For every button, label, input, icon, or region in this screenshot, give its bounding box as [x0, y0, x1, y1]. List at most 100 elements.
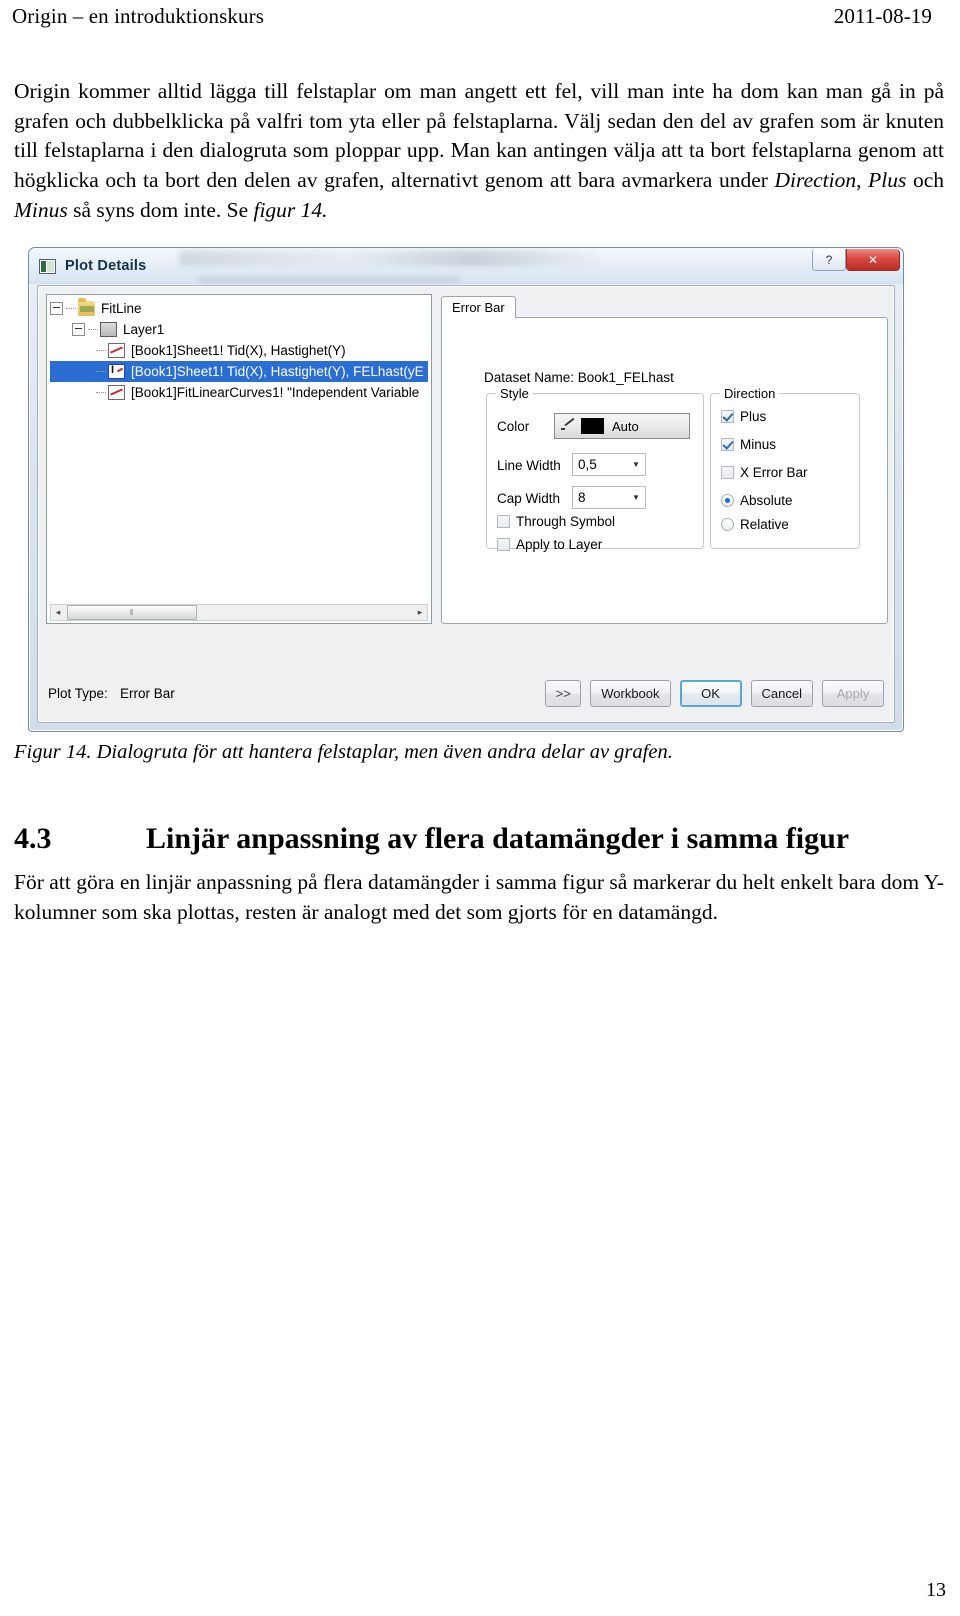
line-plot-icon [108, 385, 125, 401]
tab-error-bar[interactable]: Error Bar [441, 296, 516, 319]
error-bar-plot-icon [108, 364, 125, 380]
collapse-icon[interactable] [72, 323, 85, 337]
layer-icon [100, 322, 117, 338]
minus-checkbox[interactable]: Minus [721, 437, 776, 452]
scrollbar-thumb[interactable]: ‖ [67, 605, 197, 621]
apply-button: Apply [822, 680, 884, 708]
header-title: Origin – en introduktionskurs [12, 4, 264, 28]
radio-selected-icon[interactable] [721, 494, 734, 508]
intro-emphasis-direction: Direction [774, 167, 857, 192]
section-heading: 4.3 Linjär anpassning av flera datamängd… [14, 822, 946, 856]
tree-node-label: [Book1]Sheet1! Tid(X), Hastighet(Y), FEL… [131, 364, 424, 380]
section-title: Linjär anpassning av flera datamängder i… [146, 822, 850, 856]
ok-button[interactable]: OK [679, 680, 742, 708]
running-header: Origin – en introduktionskurs 2011-08-19 [10, 0, 950, 29]
checkbox-icon[interactable] [497, 515, 510, 529]
direction-group-legend: Direction [720, 386, 780, 402]
dialog-footer: Plot Type: Error Bar >> Workbook OK Canc… [46, 674, 888, 714]
radio-icon[interactable] [721, 518, 734, 532]
chevron-down-icon[interactable]: ▼ [627, 493, 645, 502]
close-icon[interactable]: ✕ [846, 249, 900, 272]
x-error-bar-label: X Error Bar [740, 465, 808, 481]
through-symbol-label: Through Symbol [516, 514, 616, 530]
tree-horizontal-scrollbar[interactable]: ◂ ‖ ▸ [50, 604, 428, 622]
plot-type-label: Plot Type: [48, 686, 108, 702]
absolute-radio[interactable]: Absolute [721, 493, 793, 508]
cap-width-label: Cap Width [497, 491, 561, 507]
plot-details-app-icon [39, 258, 56, 274]
dialog-titlebar[interactable]: Plot Details ? ✕ [29, 248, 903, 285]
apply-to-layer-label: Apply to Layer [516, 537, 603, 553]
through-symbol-checkbox[interactable]: Through Symbol [497, 514, 615, 529]
tree-connector [96, 371, 106, 373]
tab-content-error-bar: Dataset Name: Book1_FELhast Style Color … [441, 317, 888, 625]
header-date: 2011-08-19 [833, 4, 932, 28]
line-width-label: Line Width [497, 458, 561, 474]
tree-connector [96, 392, 106, 394]
tree-connector [96, 350, 106, 352]
tree-node-label: FitLine [101, 301, 142, 317]
cap-width-value: 8 [578, 490, 586, 506]
page-number: 13 [926, 1579, 946, 1601]
checkbox-icon[interactable] [721, 466, 734, 480]
dialog-content: FitLine Layer1 [Book1]Sheet1! Tid(X), Ha… [46, 294, 888, 625]
relative-label: Relative [740, 517, 789, 533]
plus-label: Plus [740, 409, 767, 425]
tree-connector [66, 308, 76, 310]
plot-tree-panel[interactable]: FitLine Layer1 [Book1]Sheet1! Tid(X), Ha… [46, 294, 432, 625]
dialog-body: FitLine Layer1 [Book1]Sheet1! Tid(X), Ha… [37, 285, 895, 724]
line-width-combo[interactable]: 0,5 ▼ [572, 453, 646, 477]
intro-emphasis-plus: Plus [868, 167, 907, 192]
tree-node-label: [Book1]Sheet1! Tid(X), Hastighet(Y) [131, 343, 346, 359]
document-page: Origin – en introduktionskurs 2011-08-19… [0, 0, 960, 1616]
direction-group: Direction Plus Minus X Error Bar Absolut… [710, 386, 860, 550]
intro-paragraph: Origin kommer alltid lägga till felstapl… [14, 77, 944, 225]
collapse-icon[interactable] [50, 302, 63, 316]
checkbox-checked-icon[interactable] [721, 410, 734, 424]
cancel-button[interactable]: Cancel [750, 680, 813, 708]
line-plot-icon [108, 343, 125, 359]
relative-radio[interactable]: Relative [721, 517, 789, 532]
style-group-legend: Style [496, 386, 533, 402]
color-value: Auto [612, 418, 639, 434]
intro-text-part2: , [856, 167, 869, 192]
plot-type-value: Error Bar [120, 686, 175, 702]
color-picker-button[interactable]: Auto [554, 413, 690, 440]
scroll-right-icon[interactable]: ▸ [413, 606, 427, 619]
checkbox-icon[interactable] [497, 538, 510, 552]
properties-panel: Error Bar Dataset Name: Book1_FELhast St… [441, 294, 888, 625]
cap-width-combo[interactable]: 8 ▼ [572, 486, 646, 510]
tree-node-fitline[interactable]: FitLine [50, 298, 428, 319]
chevron-down-icon[interactable]: ▼ [627, 460, 645, 469]
help-icon[interactable]: ? [812, 249, 846, 272]
scroll-left-icon[interactable]: ◂ [51, 606, 65, 619]
expand-button[interactable]: >> [545, 680, 582, 708]
tree-node-plot-2-selected[interactable]: [Book1]Sheet1! Tid(X), Hastighet(Y), FEL… [50, 361, 428, 383]
apply-to-layer-checkbox[interactable]: Apply to Layer [497, 537, 602, 552]
plus-checkbox[interactable]: Plus [721, 409, 766, 424]
figure-14: Plot Details ? ✕ FitLine Layer1 [Book1]S… [28, 247, 950, 733]
dialog-title: Plot Details [65, 258, 147, 275]
style-group: Style Color Auto Line Width 0,5 ▼ Cap Wi… [486, 386, 704, 552]
tree-node-label: [Book1]FitLinearCurves1! "Independent Va… [131, 385, 420, 401]
plot-tree: FitLine Layer1 [Book1]Sheet1! Tid(X), Ha… [50, 298, 428, 605]
color-swatch [581, 418, 604, 435]
plot-type-status: Plot Type: Error Bar [48, 686, 175, 701]
window-controls: ? ✕ [812, 249, 900, 272]
minus-label: Minus [740, 437, 777, 453]
intro-text-part3: och [906, 167, 944, 192]
x-error-bar-checkbox[interactable]: X Error Bar [721, 465, 808, 480]
checkbox-checked-icon[interactable] [721, 438, 734, 452]
tree-node-layer1[interactable]: Layer1 [50, 319, 428, 340]
tree-node-plot-3[interactable]: [Book1]FitLinearCurves1! "Independent Va… [50, 382, 428, 403]
absolute-label: Absolute [740, 493, 793, 509]
line-width-value: 0,5 [578, 457, 597, 473]
tree-node-label: Layer1 [123, 322, 165, 338]
intro-text-part4: så syns dom inte. Se [67, 197, 254, 222]
section-number: 4.3 [14, 822, 52, 856]
tree-node-plot-1[interactable]: [Book1]Sheet1! Tid(X), Hastighet(Y) [50, 340, 428, 361]
workbook-button[interactable]: Workbook [590, 680, 671, 708]
plot-details-dialog: Plot Details ? ✕ FitLine Layer1 [Book1]S… [28, 247, 904, 733]
intro-emphasis-minus: Minus [14, 197, 68, 222]
tab-strip: Error Bar [441, 294, 888, 319]
